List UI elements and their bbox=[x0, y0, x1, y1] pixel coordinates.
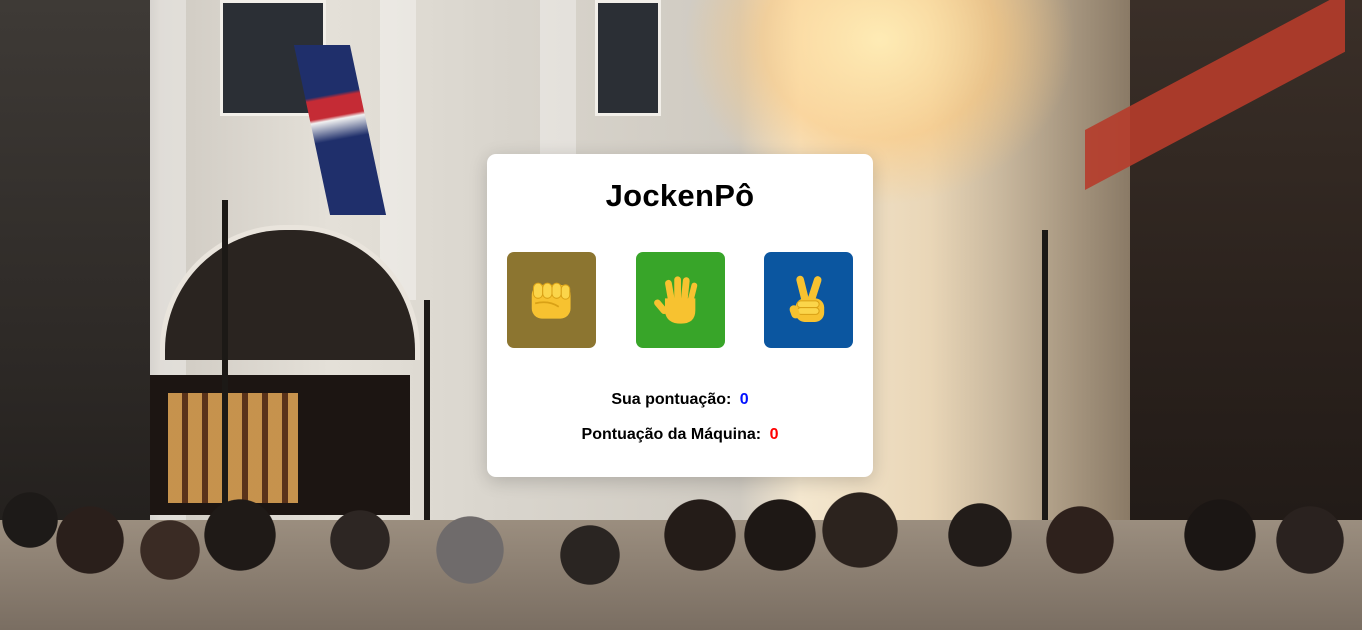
rock-button[interactable] bbox=[507, 252, 596, 348]
machine-score: Pontuação da Máquina: 0 bbox=[487, 426, 873, 444]
user-score: Sua pontuação: 0 bbox=[487, 391, 873, 409]
background-column bbox=[380, 0, 416, 300]
background-window bbox=[595, 0, 661, 116]
game-card: JockenPô Sua pontuação: 0 Pontuação da M… bbox=[487, 154, 873, 477]
machine-score-value: 0 bbox=[769, 426, 779, 443]
user-score-label: Sua pontuação: bbox=[611, 391, 732, 408]
game-title: JockenPô bbox=[605, 178, 755, 213]
machine-score-label: Pontuação da Máquina: bbox=[581, 426, 762, 443]
background-flag bbox=[293, 45, 387, 215]
fist-icon bbox=[531, 282, 571, 319]
background-column bbox=[540, 0, 576, 160]
scissors-button[interactable] bbox=[764, 252, 853, 348]
victory-hand-icon bbox=[789, 275, 824, 322]
raised-hand-icon bbox=[653, 276, 697, 324]
background-crowd bbox=[0, 480, 1362, 630]
paper-button[interactable] bbox=[636, 252, 725, 348]
choice-buttons bbox=[487, 252, 873, 348]
user-score-value: 0 bbox=[739, 391, 749, 408]
